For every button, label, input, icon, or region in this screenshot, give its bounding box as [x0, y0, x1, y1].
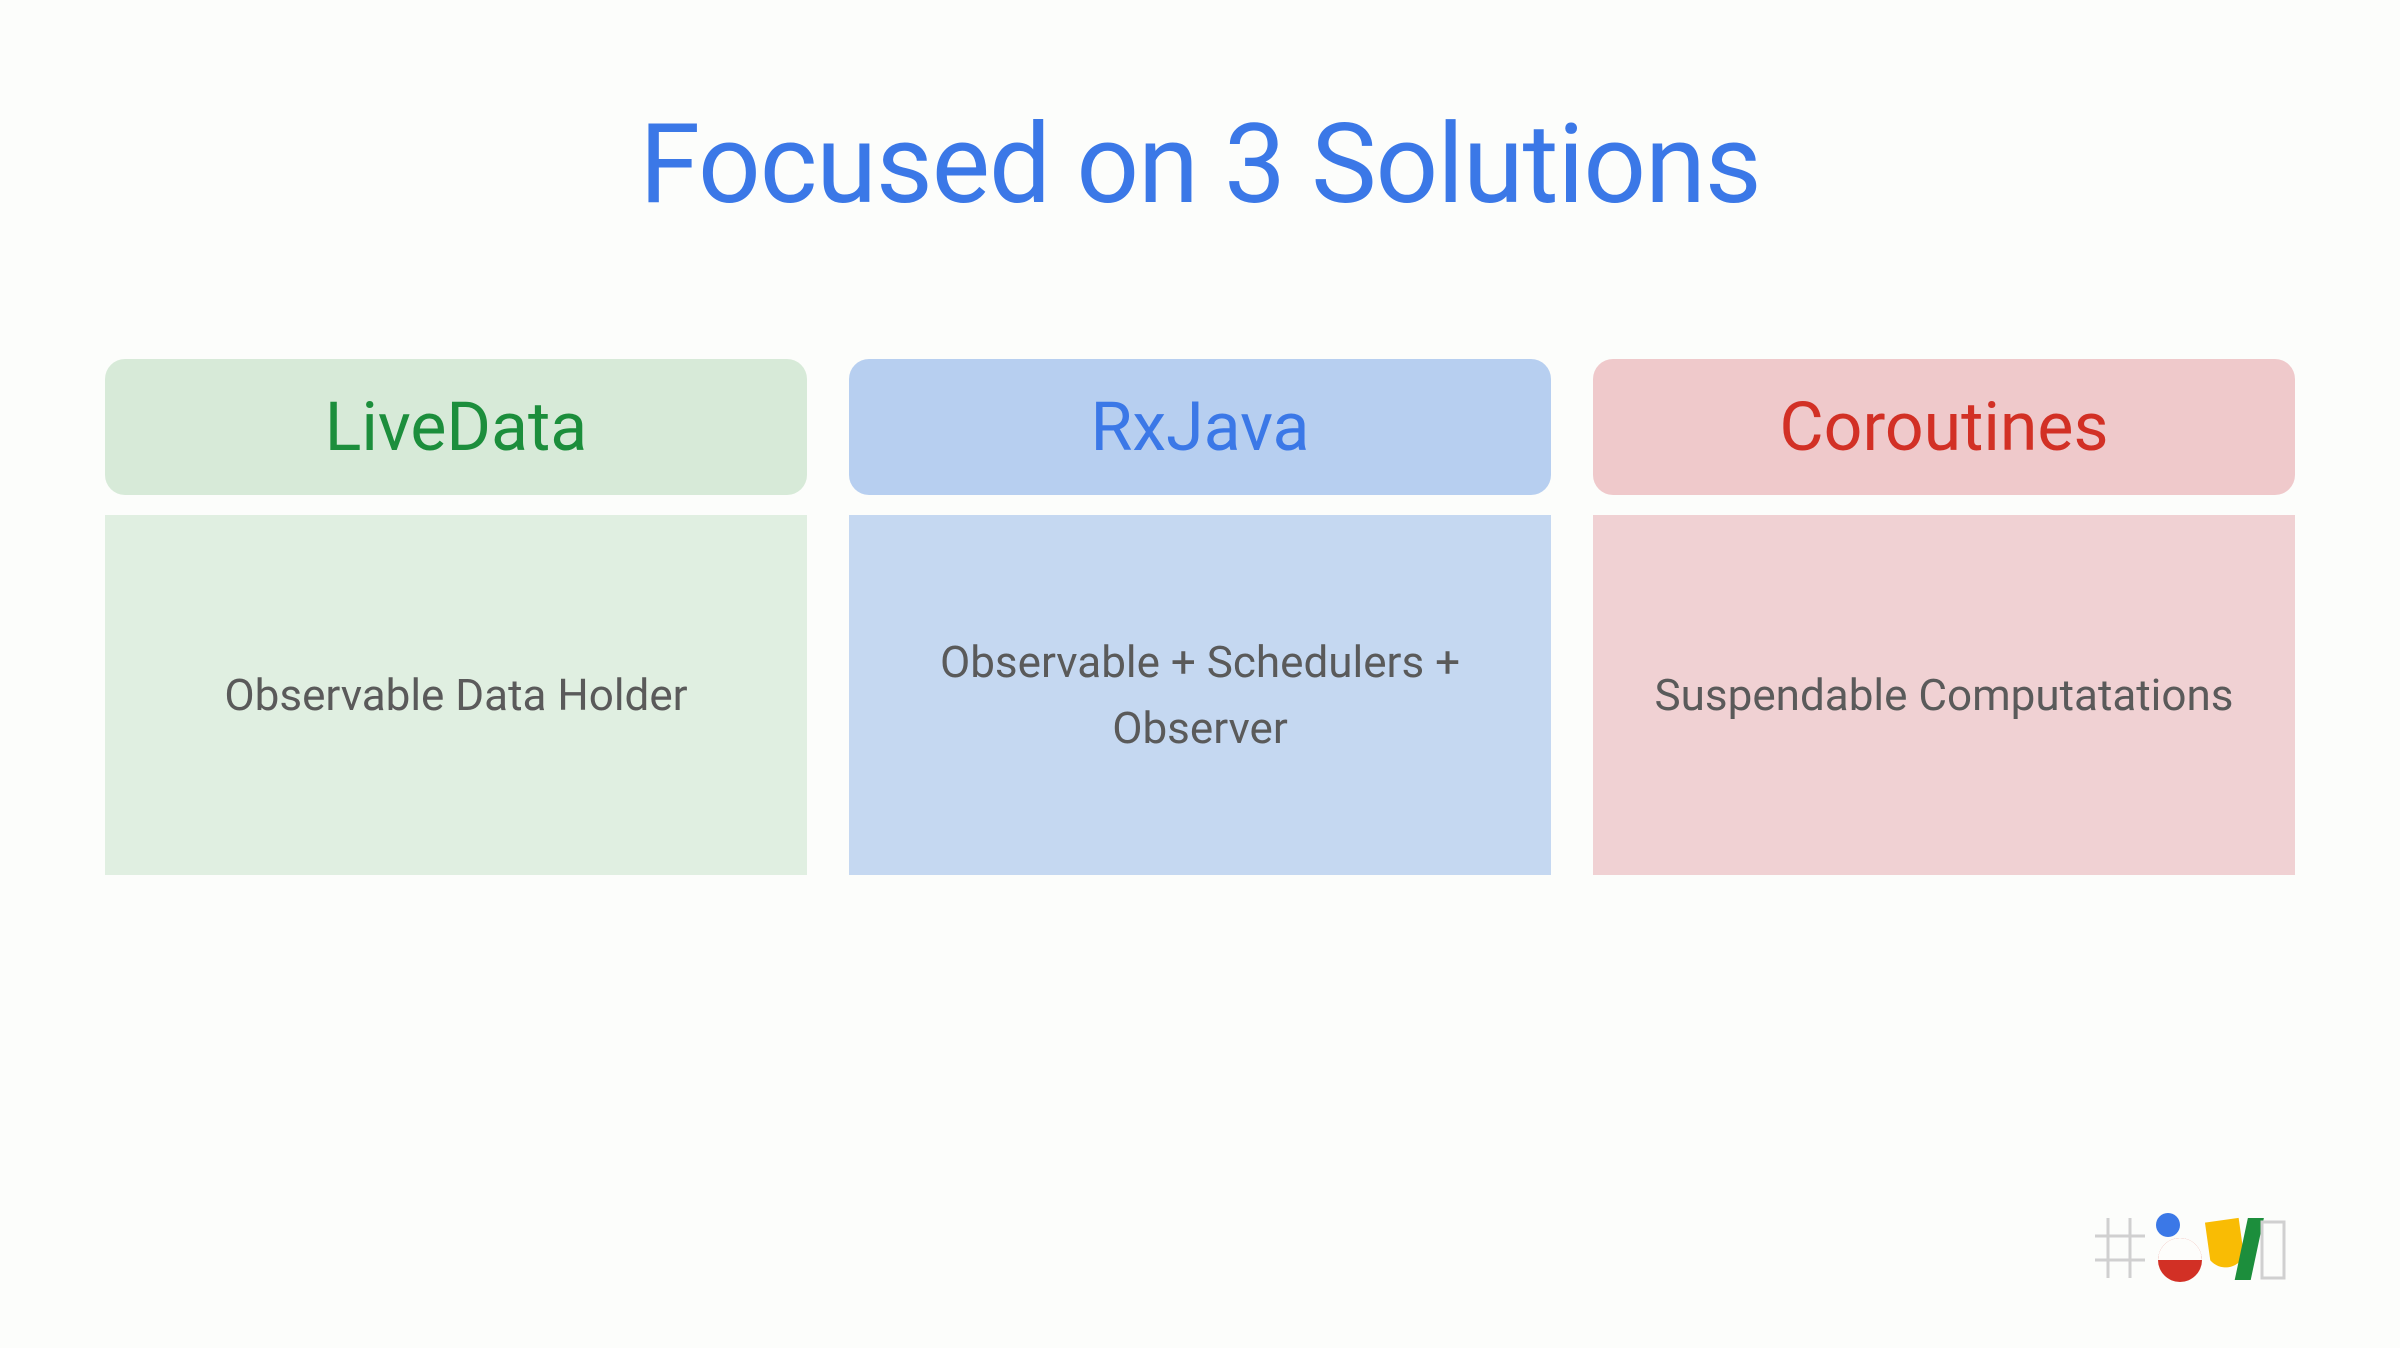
card-livedata: LiveData Observable Data Holder — [105, 359, 807, 875]
card-rxjava: RxJava Observable + Schedulers + Observe… — [849, 359, 1551, 875]
card-body: Suspendable Computatations — [1593, 515, 2295, 875]
card-coroutines: Coroutines Suspendable Computatations — [1593, 359, 2295, 875]
slide: Focused on 3 Solutions LiveData Observab… — [0, 0, 2400, 1348]
card-header: RxJava — [849, 359, 1551, 495]
card-body: Observable + Schedulers + Observer — [849, 515, 1551, 875]
slide-title: Focused on 3 Solutions — [100, 100, 2300, 229]
cards-row: LiveData Observable Data Holder RxJava O… — [100, 359, 2300, 875]
card-header: Coroutines — [1593, 359, 2295, 495]
io-logo-icon — [2090, 1208, 2290, 1288]
card-header: LiveData — [105, 359, 807, 495]
card-body: Observable Data Holder — [105, 515, 807, 875]
